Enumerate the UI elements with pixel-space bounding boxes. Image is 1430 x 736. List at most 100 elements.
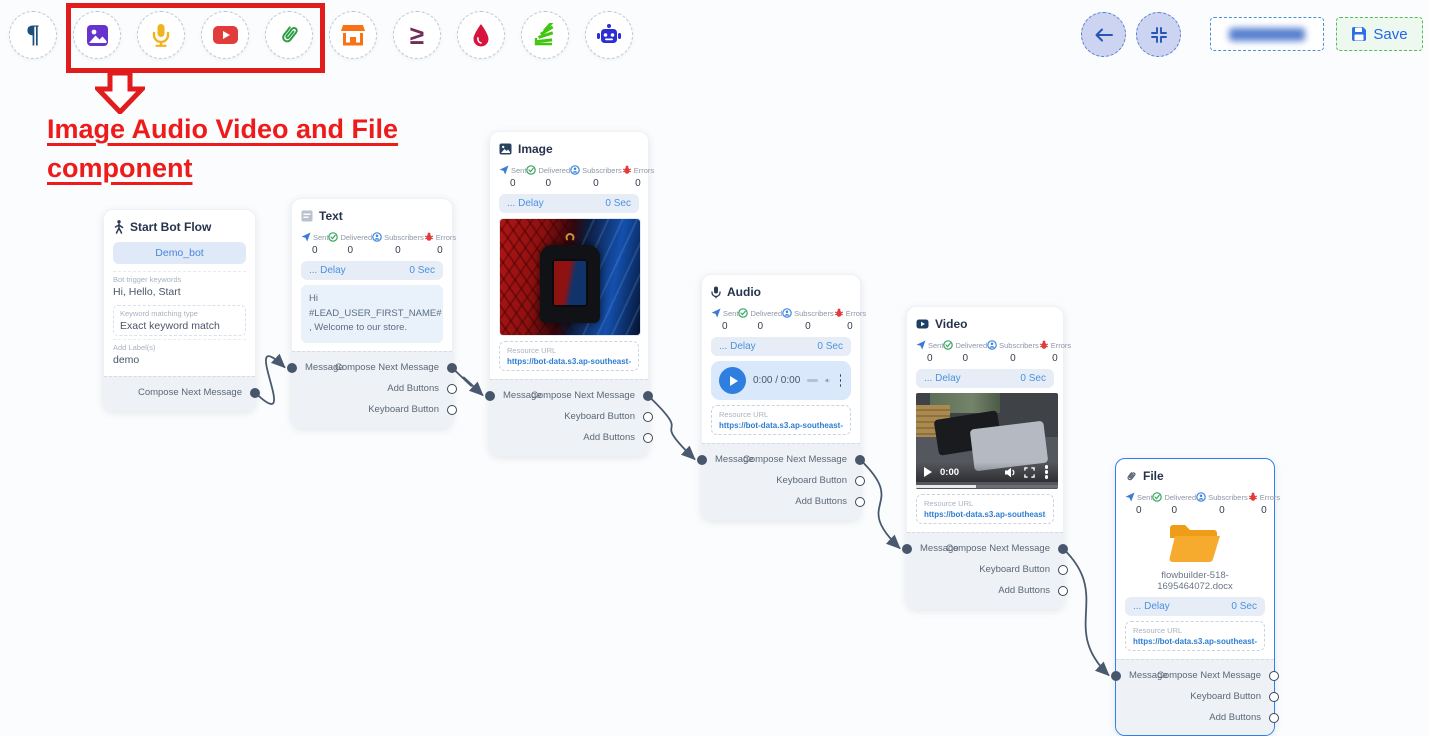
stats-row: Sent0 Delivered0 Subscribers0 Errors0	[499, 165, 639, 189]
video-player[interactable]: 0:00	[916, 393, 1058, 489]
matching-type-field[interactable]: Keyword matching type Exact keyword matc…	[113, 305, 246, 336]
message-in-port[interactable]	[287, 363, 297, 373]
add-buttons-port[interactable]	[643, 433, 653, 443]
toolbar-text-button[interactable]: ¶	[9, 11, 57, 59]
field-label: Add Label(s)	[113, 343, 246, 352]
bot-name-pill[interactable]: Demo_bot	[113, 242, 246, 264]
add-buttons-port[interactable]	[447, 384, 457, 394]
tshirt-print	[552, 259, 588, 307]
back-button[interactable]	[1081, 12, 1126, 57]
field-value: Hi, Hello, Start	[113, 286, 246, 298]
resource-url-box[interactable]: Resource URL https://bot-data.s3.ap-sout…	[1125, 621, 1265, 651]
storefront-icon	[341, 24, 365, 46]
video-progress-fill	[916, 485, 976, 489]
volume-icon[interactable]	[1004, 467, 1016, 478]
delivered-value: 0	[348, 245, 354, 256]
annotation-text: Image Audio Video and File component	[47, 110, 398, 188]
fullscreen-icon[interactable]	[1024, 467, 1035, 478]
out-port-label: Add Buttons	[583, 432, 635, 443]
stats-row: Sent0 Delivered0 Subscribers0 Errors0	[916, 340, 1054, 364]
delay-row[interactable]: ... Delay 0 Sec	[499, 194, 639, 213]
volume-icon[interactable]	[825, 375, 830, 386]
compose-next-message-port[interactable]	[1269, 671, 1279, 681]
delay-value: 0 Sec	[409, 265, 435, 276]
delay-row[interactable]: ... Delay 0 Sec	[301, 261, 443, 280]
add-buttons-port[interactable]	[855, 497, 865, 507]
play-button[interactable]	[719, 367, 746, 394]
out-port-label: Keyboard Button	[564, 411, 635, 422]
out-port-label: Keyboard Button	[979, 564, 1050, 575]
compose-next-message-port[interactable]	[855, 455, 865, 465]
delay-row[interactable]: ... Delay 0 Sec	[711, 337, 851, 356]
toolbar-ecommerce-button[interactable]	[329, 11, 377, 59]
audio-progress-track[interactable]	[807, 379, 818, 382]
keyboard-button-port[interactable]	[643, 412, 653, 422]
resource-url-box[interactable]: Resource URL https://bot-data.s3.ap-sout…	[499, 341, 639, 371]
in-port-label: Message	[305, 362, 344, 373]
compose-next-message-port[interactable]	[447, 363, 457, 373]
file-preview[interactable]	[1125, 521, 1265, 568]
down-arrow-annotation	[95, 72, 145, 114]
out-port-label: Compose Next Message	[743, 454, 847, 465]
more-options-icon[interactable]	[840, 379, 841, 382]
compose-next-message-port[interactable]	[1058, 544, 1068, 554]
keyboard-button-port[interactable]	[855, 476, 865, 486]
toolbar-bot-button[interactable]	[585, 11, 633, 59]
toolbar-sequence-button[interactable]	[521, 11, 569, 59]
trigger-keywords-field[interactable]: Bot trigger keywords Hi, Hello, Start	[113, 271, 246, 302]
droplet-icon	[471, 23, 491, 47]
sent-icon	[301, 232, 311, 242]
subscribers-icon	[1196, 492, 1206, 502]
keyboard-button-port[interactable]	[1269, 692, 1279, 702]
pilcrow-icon: ¶	[26, 21, 40, 49]
compose-next-message-port[interactable]	[250, 388, 260, 398]
image-preview[interactable]	[499, 218, 641, 336]
keyboard-button-port[interactable]	[1058, 565, 1068, 575]
sent-icon	[1125, 492, 1135, 502]
collapse-button[interactable]	[1136, 12, 1181, 57]
keyboard-button-port[interactable]	[447, 405, 457, 415]
audio-player[interactable]: 0:00 / 0:00	[711, 361, 851, 400]
delivered-icon	[943, 340, 953, 350]
stats-row: Sent0 Delivered0 Subscribers0 Errors0	[711, 308, 851, 332]
text-block-icon	[301, 210, 313, 222]
out-port-label: Compose Next Message	[335, 362, 439, 373]
toolbar-condition-button[interactable]: ≥	[393, 11, 441, 59]
highlight-rectangle	[66, 3, 325, 73]
message-in-port[interactable]	[697, 455, 707, 465]
play-icon[interactable]	[924, 467, 932, 477]
node-file[interactable]: File Sent0 Delivered0 Subscribers0 Error…	[1115, 458, 1275, 736]
message-text-box[interactable]: Hi #LEAD_USER_FIRST_NAME# , Welcome to o…	[301, 285, 443, 343]
in-port-label: Message	[920, 543, 959, 554]
node-image[interactable]: Image Sent0 Delivered0 Subscribers0 Erro…	[489, 131, 649, 456]
delay-row[interactable]: ... Delay 0 Sec	[1125, 597, 1265, 616]
redacted-button[interactable]	[1210, 17, 1324, 51]
message-in-port[interactable]	[902, 544, 912, 554]
resource-url-link[interactable]: https://bot-data.s3.ap-southeast-1.wasab…	[1133, 637, 1257, 646]
message-in-port[interactable]	[1111, 671, 1121, 681]
add-buttons-port[interactable]	[1269, 713, 1279, 723]
errors-icon	[622, 165, 632, 175]
add-labels-field[interactable]: Add Label(s) demo	[113, 339, 246, 370]
save-button[interactable]: Save	[1336, 17, 1423, 51]
person-walking-icon	[113, 220, 124, 234]
compose-next-message-port[interactable]	[643, 391, 653, 401]
toolbar-drip-button[interactable]	[457, 11, 505, 59]
stack-icon	[533, 23, 557, 47]
node-text[interactable]: Text Sent0 Delivered0 Subscribers0 Error…	[291, 198, 453, 428]
resource-url-link[interactable]: https://bot-data.s3.ap-southeast-1.wasab…	[924, 510, 1046, 519]
out-port-label: Add Buttons	[795, 496, 847, 507]
resource-url-box[interactable]: Resource URL https://bot-data.s3.ap-sout…	[711, 405, 851, 435]
node-video[interactable]: Video Sent0 Delivered0 Subscribers0 Erro…	[906, 306, 1064, 609]
resource-url-box[interactable]: Resource URL https://bot-data.s3.ap-sout…	[916, 494, 1054, 524]
resource-url-link[interactable]: https://bot-data.s3.ap-southeast-1.wasab…	[719, 421, 843, 430]
add-buttons-port[interactable]	[1058, 586, 1068, 596]
more-options-icon[interactable]	[1045, 470, 1048, 473]
node-audio[interactable]: Audio Sent0 Delivered0 Subscribers0 Erro…	[701, 274, 861, 520]
message-in-port[interactable]	[485, 391, 495, 401]
video-progress-bar[interactable]	[916, 485, 1058, 489]
greater-equal-icon: ≥	[410, 20, 424, 51]
delay-row[interactable]: ... Delay 0 Sec	[916, 369, 1054, 388]
resource-url-link[interactable]: https://bot-data.s3.ap-southeast-1.wasab…	[507, 357, 631, 366]
node-start-bot-flow[interactable]: Start Bot Flow Demo_bot Bot trigger keyw…	[103, 209, 256, 411]
